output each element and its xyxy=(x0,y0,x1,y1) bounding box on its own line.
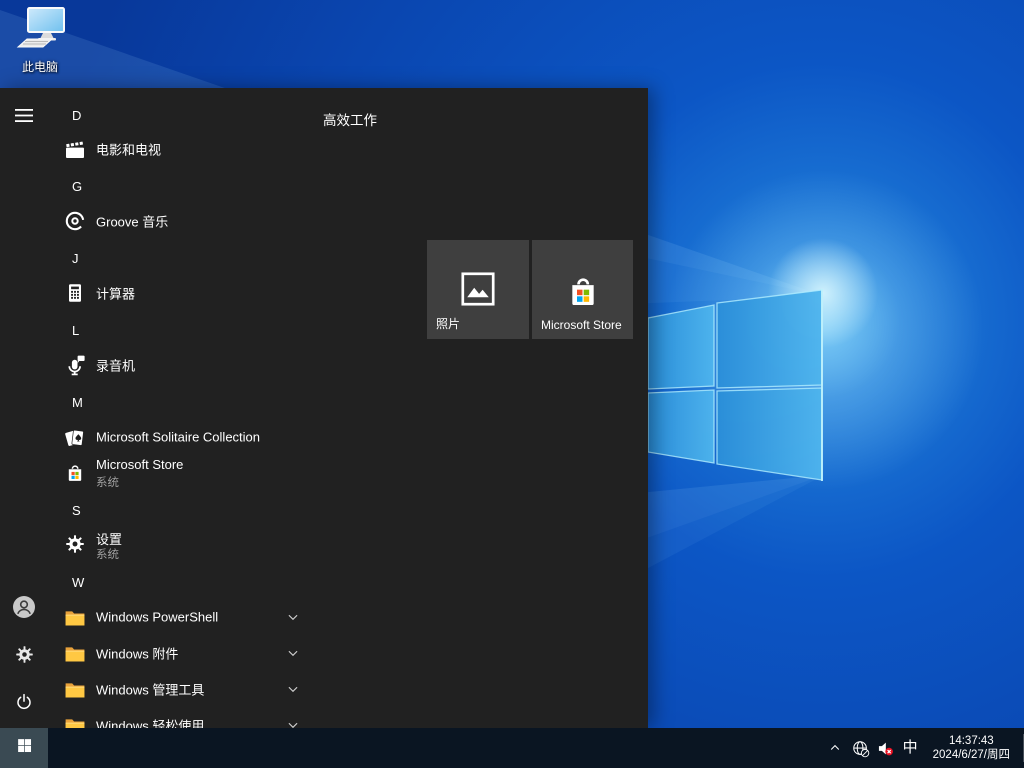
voice-recorder-icon xyxy=(62,352,88,378)
folder-icon xyxy=(62,604,88,630)
desktop-icon-label: 此电脑 xyxy=(8,58,72,75)
clock-time: 14:37:43 xyxy=(933,734,1010,748)
start-menu-tiles: 高效工作 照片 xyxy=(315,88,648,728)
section-letter-m[interactable]: M xyxy=(48,393,316,413)
store-icon xyxy=(563,270,603,315)
section-letter-d[interactable]: D xyxy=(48,106,316,126)
system-tray: 中 14:37:43 2024/6/27/周四 xyxy=(826,728,1024,768)
rail-settings-button[interactable] xyxy=(12,644,36,668)
section-label: W xyxy=(72,575,84,590)
app-label: Microsoft Store xyxy=(96,457,183,472)
app-label: 计算器 xyxy=(96,284,135,303)
section-label: J xyxy=(72,251,79,266)
movies-tv-icon xyxy=(62,136,88,162)
expand-menu-button[interactable] xyxy=(12,106,36,130)
ime-indicator[interactable]: 中 xyxy=(903,739,918,757)
hidden-icons-chevron[interactable] xyxy=(826,739,844,757)
calculator-icon xyxy=(62,280,88,306)
folder-item-windows-accessories[interactable]: Windows 附件 xyxy=(48,638,316,668)
section-label: M xyxy=(72,395,83,410)
start-button[interactable] xyxy=(0,728,48,768)
tile-microsoft-store[interactable]: Microsoft Store xyxy=(532,240,633,339)
hamburger-icon xyxy=(15,109,33,128)
folder-icon xyxy=(62,640,88,666)
start-menu: D 电影和电视 G xyxy=(0,88,648,728)
app-item-settings[interactable]: 设置 系统 xyxy=(48,523,316,565)
gear-icon xyxy=(14,644,35,670)
start-menu-app-list: D 电影和电视 G xyxy=(48,88,316,728)
section-label: L xyxy=(72,323,79,338)
taskbar-clock[interactable]: 14:37:43 2024/6/27/周四 xyxy=(933,734,1010,762)
section-letter-j[interactable]: J xyxy=(48,249,316,269)
photos-icon xyxy=(459,270,497,313)
clock-date: 2024/6/27/周四 xyxy=(933,748,1010,762)
app-label: 电影和电视 xyxy=(96,140,161,159)
tile-label: Microsoft Store xyxy=(541,318,622,332)
chevron-down-icon[interactable] xyxy=(286,682,300,696)
folder-icon xyxy=(62,676,88,702)
chevron-down-icon[interactable] xyxy=(286,646,300,660)
volume-muted-icon[interactable] xyxy=(876,739,894,757)
app-item-microsoft-store[interactable]: Microsoft Store 系统 xyxy=(48,451,316,493)
settings-gear-icon xyxy=(62,531,88,557)
section-label: D xyxy=(72,108,81,123)
app-item-solitaire[interactable]: Microsoft Solitaire Collection xyxy=(48,422,316,452)
section-letter-l[interactable]: L xyxy=(48,321,316,341)
user-account-button[interactable] xyxy=(12,595,36,619)
section-letter-s[interactable]: S xyxy=(48,501,316,521)
folder-item-windows-admin-tools[interactable]: Windows 管理工具 xyxy=(48,674,316,704)
store-icon xyxy=(62,459,88,485)
section-label: S xyxy=(72,503,81,518)
power-icon xyxy=(14,692,34,717)
user-avatar-icon xyxy=(12,595,36,624)
app-item-voice-recorder[interactable]: 录音机 xyxy=(48,350,316,380)
network-globe-offline-icon[interactable] xyxy=(851,739,869,757)
app-item-groove-music[interactable]: Groove 音乐 xyxy=(48,206,316,236)
desktop-icon-this-pc[interactable]: 此电脑 xyxy=(8,6,72,75)
tile-label: 照片 xyxy=(436,315,460,332)
screen: 此电脑 xyxy=(0,0,1024,768)
power-button[interactable] xyxy=(12,692,36,716)
windows-logo-icon xyxy=(16,737,33,759)
start-menu-rail xyxy=(0,88,48,728)
taskbar: 中 14:37:43 2024/6/27/周四 xyxy=(0,728,1024,768)
section-letter-w[interactable]: W xyxy=(48,573,316,593)
tile-photos[interactable]: 照片 xyxy=(427,240,529,339)
chevron-down-icon[interactable] xyxy=(286,610,300,624)
folder-label: Windows 管理工具 xyxy=(96,680,204,699)
solitaire-icon xyxy=(62,424,88,450)
folder-label: Windows 附件 xyxy=(96,644,178,663)
app-label: 录音机 xyxy=(96,356,135,375)
app-sublabel: 系统 xyxy=(96,546,119,562)
app-label: Groove 音乐 xyxy=(96,212,168,231)
section-letter-g[interactable]: G xyxy=(48,177,316,197)
app-item-calculator[interactable]: 计算器 xyxy=(48,278,316,308)
app-label: Microsoft Solitaire Collection xyxy=(96,430,260,445)
tile-group-title: 高效工作 xyxy=(323,109,377,129)
folder-item-windows-powershell[interactable]: Windows PowerShell xyxy=(48,602,316,632)
app-sublabel: 系统 xyxy=(96,474,119,490)
app-item-movies-tv[interactable]: 电影和电视 xyxy=(48,134,316,164)
groove-music-icon xyxy=(62,208,88,234)
computer-icon xyxy=(12,39,68,56)
section-label: G xyxy=(72,179,82,194)
folder-label: Windows PowerShell xyxy=(96,610,218,625)
